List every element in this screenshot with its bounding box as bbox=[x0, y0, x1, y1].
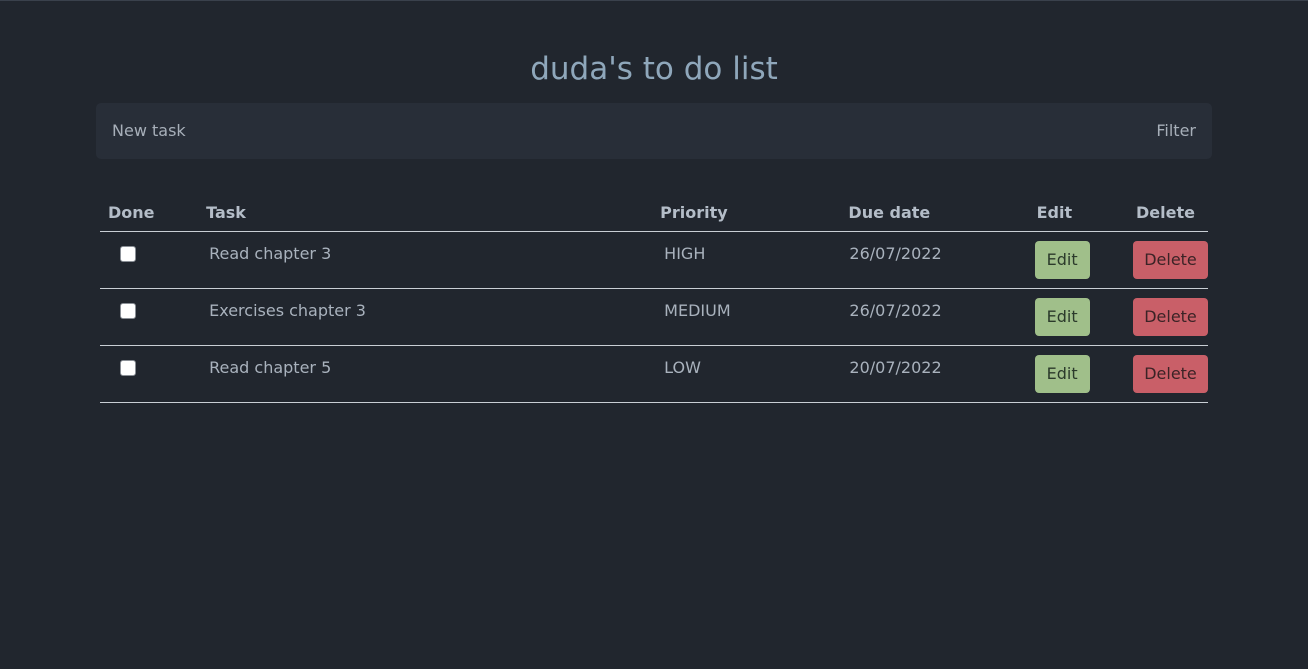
delete-button[interactable]: Delete bbox=[1133, 298, 1208, 336]
done-checkbox[interactable] bbox=[120, 246, 136, 262]
header-due-date: Due date bbox=[840, 193, 1029, 232]
task-priority: MEDIUM bbox=[664, 301, 731, 320]
task-name: Exercises chapter 3 bbox=[209, 301, 366, 320]
task-name: Read chapter 5 bbox=[209, 358, 332, 377]
filter-link[interactable]: Filter bbox=[1156, 103, 1196, 159]
header-delete: Delete bbox=[1128, 193, 1208, 232]
header-edit: Edit bbox=[1028, 193, 1128, 232]
header-done: Done bbox=[100, 193, 199, 232]
done-checkbox[interactable] bbox=[120, 360, 136, 376]
delete-button[interactable]: Delete bbox=[1133, 241, 1208, 279]
header-priority: Priority bbox=[652, 193, 841, 232]
table-row: Read chapter 3 HIGH 26/07/2022 Edit Dele… bbox=[100, 231, 1208, 289]
edit-button[interactable]: Edit bbox=[1034, 355, 1090, 393]
toolbar: New task Filter bbox=[96, 103, 1212, 159]
edit-button[interactable]: Edit bbox=[1034, 298, 1090, 336]
page-title: duda's to do list bbox=[530, 51, 778, 87]
table-row: Exercises chapter 3 MEDIUM 26/07/2022 Ed… bbox=[100, 288, 1208, 346]
task-priority: HIGH bbox=[664, 244, 706, 263]
task-priority: LOW bbox=[664, 358, 701, 377]
task-due-date: 20/07/2022 bbox=[849, 358, 942, 377]
task-name: Read chapter 3 bbox=[209, 244, 332, 263]
task-table: Done Task Priority Due date Edit Delete … bbox=[100, 193, 1208, 403]
task-due-date: 26/07/2022 bbox=[849, 244, 942, 263]
edit-button[interactable]: Edit bbox=[1034, 241, 1090, 279]
header-task: Task bbox=[198, 193, 653, 232]
new-task-link[interactable]: New task bbox=[112, 103, 186, 159]
task-due-date: 26/07/2022 bbox=[849, 301, 942, 320]
delete-button[interactable]: Delete bbox=[1133, 355, 1208, 393]
done-checkbox[interactable] bbox=[120, 303, 136, 319]
table-header-row: Done Task Priority Due date Edit Delete bbox=[100, 193, 1208, 232]
table-row: Read chapter 5 LOW 20/07/2022 Edit Delet… bbox=[100, 345, 1208, 403]
